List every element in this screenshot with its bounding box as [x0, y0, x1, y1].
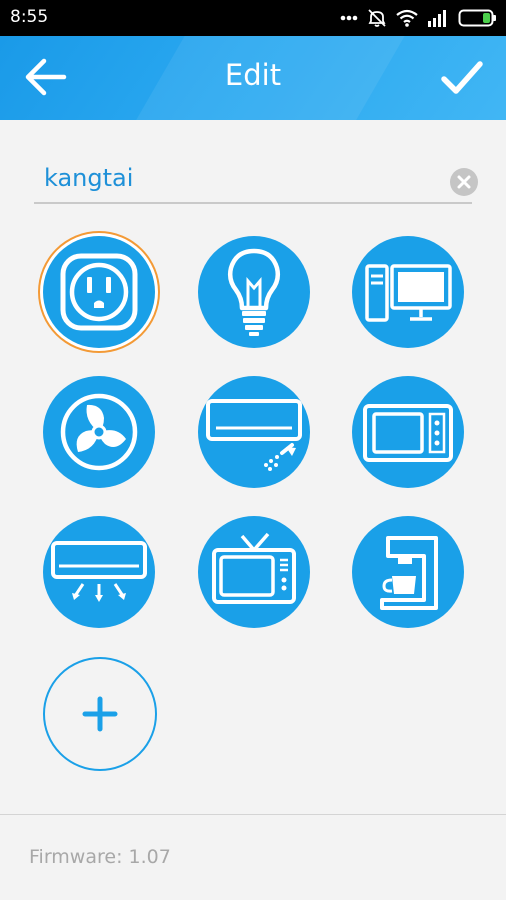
fan-icon: [60, 393, 138, 471]
computer-icon: [365, 264, 452, 322]
clear-button[interactable]: [450, 168, 478, 196]
mute-icon: [367, 8, 387, 28]
device-icon-light-bulb[interactable]: [198, 236, 310, 348]
light-bulb-icon: [227, 248, 281, 336]
device-icon-computer[interactable]: [352, 236, 464, 348]
status-bar: 8:55: [0, 0, 506, 36]
checkmark-icon: [441, 61, 483, 94]
outlet-icon: [60, 253, 138, 331]
device-name-input[interactable]: [44, 160, 444, 196]
device-icon-air-conditioner[interactable]: [198, 376, 310, 488]
coffee-maker-icon: [380, 536, 438, 610]
plus-icon: [82, 696, 118, 732]
add-device-icon-button[interactable]: [43, 657, 157, 771]
dots-icon: [340, 15, 358, 21]
wifi-icon: [396, 9, 418, 27]
device-icon-tv[interactable]: [198, 516, 310, 628]
device-icon-fan[interactable]: [43, 376, 155, 488]
device-icon-outlet[interactable]: [43, 236, 155, 348]
page-title: Edit: [224, 58, 282, 92]
confirm-button[interactable]: [440, 56, 484, 100]
device-icon-microwave[interactable]: [352, 376, 464, 488]
signal-icon: [427, 9, 449, 27]
device-name-field: [34, 158, 478, 204]
firmware-version: Firmware: 1.07: [29, 846, 171, 868]
status-icons: [340, 8, 498, 28]
air-conditioner-icon: [206, 399, 302, 471]
clear-icon: [457, 175, 471, 189]
app-bar: Edit: [0, 36, 506, 120]
microwave-icon: [363, 404, 453, 462]
footer-divider: [0, 814, 506, 815]
tv-icon: [212, 532, 296, 604]
battery-icon: [458, 9, 498, 27]
device-icon-air-conditioner-cooling[interactable]: [43, 516, 155, 628]
device-icon-coffee-maker[interactable]: [352, 516, 464, 628]
status-time: 8:55: [10, 7, 49, 27]
air-conditioner-cooling-icon: [51, 541, 147, 602]
